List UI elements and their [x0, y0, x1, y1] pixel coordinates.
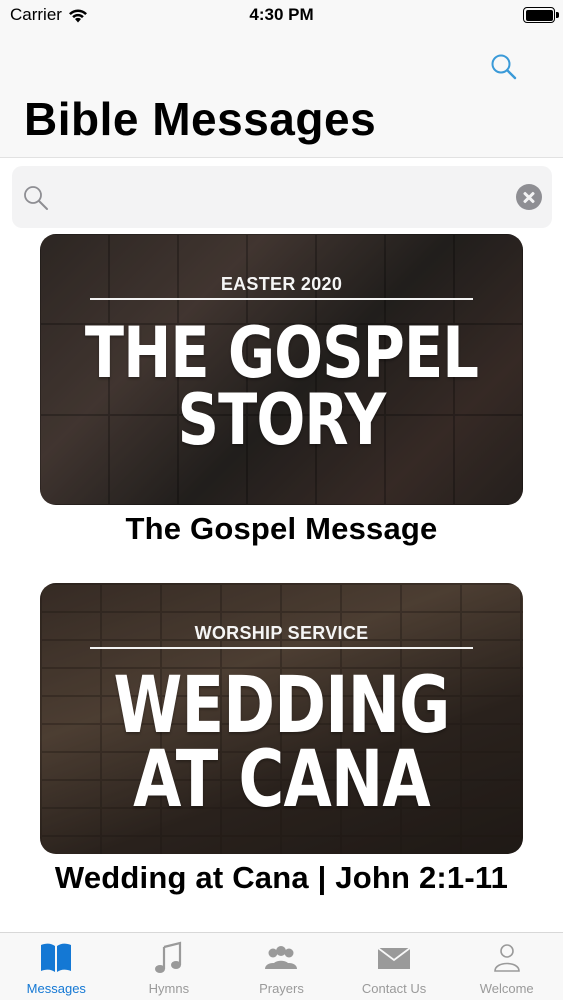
thumbnail-divider: [90, 647, 473, 649]
book-icon: [41, 943, 72, 972]
message-title: The Gospel Message: [125, 511, 438, 546]
search-input[interactable]: [58, 178, 498, 216]
thumbnail-headline: THE GOSPEL STORY: [83, 318, 479, 454]
clear-search-button[interactable]: [516, 184, 542, 210]
tab-label: Prayers: [259, 981, 304, 996]
status-time: 4:30 PM: [249, 5, 314, 24]
battery-icon: [523, 7, 559, 23]
search-button[interactable]: [489, 52, 519, 82]
tab-label: Messages: [26, 981, 86, 996]
tab-label: Contact Us: [361, 981, 427, 996]
music-note-icon: [154, 941, 181, 973]
thumbnail-kicker: WORSHIP SERVICE: [194, 623, 369, 643]
thumbnail-headline-text: THE GOSPEL STORY: [84, 312, 479, 461]
tab-contact-us[interactable]: Contact Us: [338, 933, 451, 1000]
thumbnail-divider: [90, 298, 473, 300]
people-icon: [265, 946, 298, 969]
message-item-gospel[interactable]: EASTER 2020 THE GOSPEL STORY The Gospel …: [40, 234, 523, 547]
envelope-icon: [377, 947, 411, 969]
tab-welcome[interactable]: Welcome: [450, 933, 563, 1000]
tab-prayers[interactable]: Prayers: [225, 933, 338, 1000]
message-thumbnail: WORSHIP SERVICE WEDDING AT CANA: [40, 583, 523, 854]
search-bar: [12, 166, 552, 228]
thumbnail-headline: WEDDING AT CANA: [88, 667, 474, 819]
page-title: Bible Messages: [24, 93, 377, 145]
thumbnail-headline-text: WEDDING AT CANA: [113, 661, 450, 826]
tab-messages[interactable]: Messages: [0, 933, 113, 1000]
tab-hymns[interactable]: Hymns: [113, 933, 226, 1000]
tab-label: Hymns: [148, 981, 190, 996]
person-icon: [493, 944, 520, 972]
status-bar: Carrier 4:30 PM: [0, 0, 563, 30]
search-icon: [24, 186, 48, 210]
tab-bar: Messages Hymns Prayers Contact Us Welcom…: [0, 932, 563, 1000]
navigation-bar: Bible Messages: [0, 30, 563, 158]
message-title: Wedding at Cana | John 2:1-11: [54, 860, 509, 895]
message-item-wedding[interactable]: WORSHIP SERVICE WEDDING AT CANA Wedding …: [40, 583, 523, 896]
tab-label: Welcome: [479, 981, 534, 996]
message-thumbnail: EASTER 2020 THE GOSPEL STORY: [40, 234, 523, 505]
magnifier-icon: [491, 54, 517, 80]
thumbnail-kicker: EASTER 2020: [220, 274, 343, 294]
